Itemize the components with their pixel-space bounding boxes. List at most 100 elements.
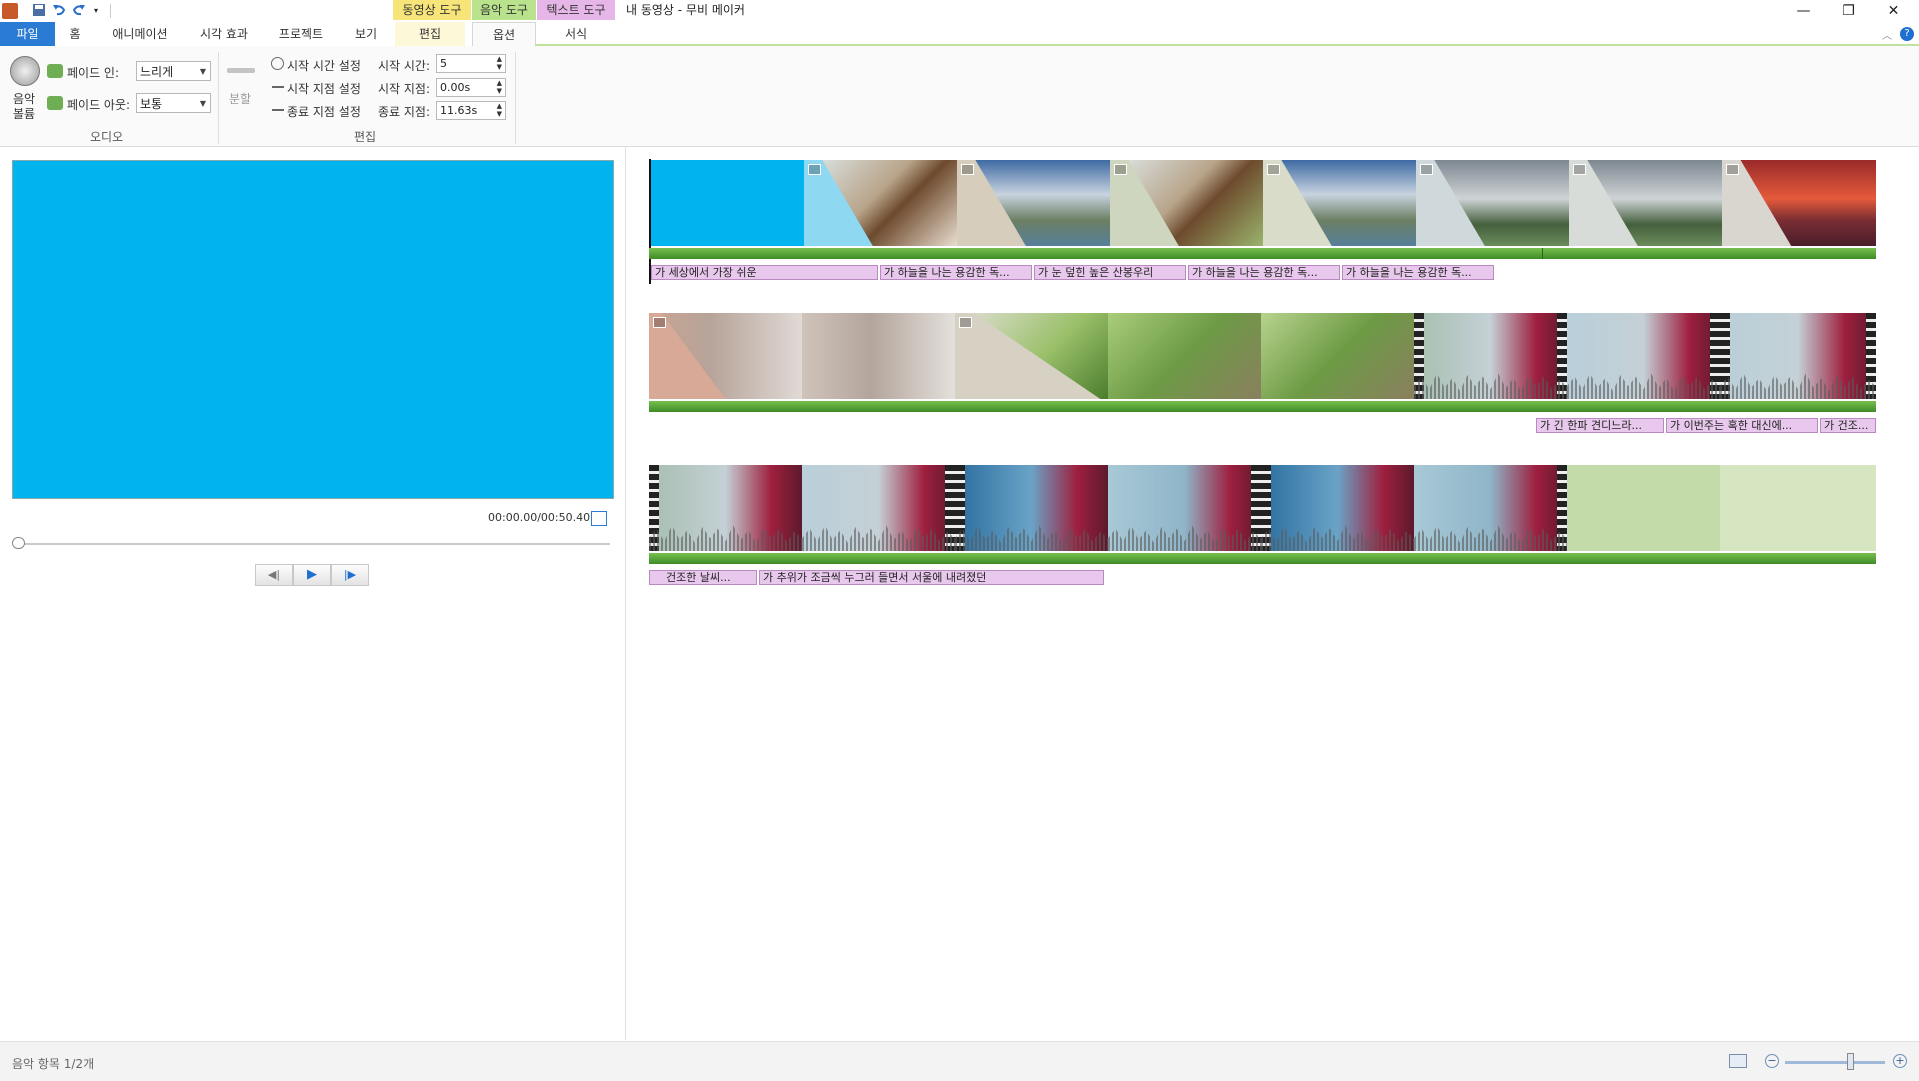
caption-clip[interactable]: 가 하늘을 나는 용감한 독...	[1188, 265, 1340, 280]
tab-visual-effects[interactable]: 시각 효과	[190, 22, 258, 46]
app-icon	[2, 3, 18, 19]
group-divider	[515, 52, 516, 144]
spin-down-icon[interactable]: ▼	[497, 63, 502, 72]
text-tools-tab[interactable]: 텍스트 도구	[537, 0, 615, 20]
caption-clip[interactable]: 가 건조...	[1820, 418, 1876, 433]
window-title: 내 동영상 - 무비 메이커	[626, 3, 745, 17]
save-icon[interactable]	[32, 3, 48, 19]
caption-clip[interactable]: 가 긴 한파 견디느라...	[1536, 418, 1664, 433]
clip-thumbnail[interactable]	[1263, 160, 1416, 246]
clip-thumbnail[interactable]	[802, 313, 955, 399]
tab-edit[interactable]: 편집	[395, 22, 465, 46]
tab-view[interactable]: 보기	[344, 22, 388, 46]
seek-thumb[interactable]	[12, 537, 25, 549]
fade-out-select[interactable]: 보통 ▼	[136, 93, 211, 113]
clip-thumbnail[interactable]	[1414, 313, 1567, 399]
clip-thumbnail[interactable]	[1567, 313, 1720, 399]
minimize-button[interactable]: —	[1781, 0, 1826, 22]
clip-thumbnail[interactable]	[1108, 465, 1261, 551]
zoom-in-button[interactable]: +	[1893, 1054, 1907, 1068]
storyboard-row-3: 건조한 날씨... 가 추위가 조금씩 누그러 들면서 서울에 내려졌던	[649, 465, 1879, 590]
set-start-point-button[interactable]: 시작 지점 설정	[287, 80, 361, 97]
next-frame-button[interactable]: |▶	[331, 564, 369, 586]
split-icon[interactable]	[227, 68, 255, 73]
music-track-2[interactable]	[649, 401, 1876, 412]
clip-thumbnail[interactable]	[1722, 160, 1876, 246]
fade-in-value: 느리게	[140, 65, 174, 79]
music-tools-label: 음악 도구	[480, 3, 528, 17]
close-button[interactable]: ✕	[1871, 0, 1916, 22]
tab-home[interactable]: 홈	[60, 22, 90, 46]
clip-thumbnail[interactable]	[1569, 160, 1722, 246]
edit-group-label: 편집	[354, 130, 377, 144]
start-time-input[interactable]: 5 ▲ ▼	[436, 54, 506, 73]
caption-clip[interactable]: 가 하늘을 나는 용감한 독...	[880, 265, 1032, 280]
title-bar: ▾ 동영상 도구 음악 도구 텍스트 도구 내 동영상 - 무비 메이커 — ❐…	[0, 0, 1919, 22]
music-track-2[interactable]	[649, 553, 1876, 564]
clip-thumbnail[interactable]	[649, 313, 802, 399]
video-tools-tab[interactable]: 동영상 도구	[393, 0, 471, 20]
clip-thumbnail[interactable]	[1108, 313, 1261, 399]
zoom-out-button[interactable]: −	[1765, 1054, 1779, 1068]
clip-thumbnail[interactable]	[955, 465, 1108, 551]
clip-thumbnail[interactable]	[1261, 313, 1414, 399]
fade-in-select[interactable]: 느리게 ▼	[136, 61, 211, 81]
preview-screen	[12, 160, 614, 499]
tab-project[interactable]: 프로젝트	[268, 22, 334, 46]
seek-bar[interactable]	[14, 543, 610, 545]
audio-waveform	[649, 525, 802, 551]
storyboard-view-icon[interactable]	[1729, 1054, 1747, 1068]
caption-clip[interactable]: 가 추위가 조금씩 누그러 들면서 서울에 내려졌던	[759, 570, 1104, 585]
spin-down-icon[interactable]: ▼	[497, 110, 502, 119]
tab-animations[interactable]: 애니메이션	[100, 22, 180, 46]
customize-qat-icon[interactable]: ▾	[94, 3, 110, 19]
zoom-slider[interactable]	[1785, 1061, 1885, 1064]
clip-thumbnail[interactable]	[802, 465, 955, 551]
clip-thumbnail[interactable]	[957, 160, 1110, 246]
music-track-2[interactable]	[1543, 248, 1876, 259]
previous-frame-button[interactable]: ◀|	[255, 564, 293, 586]
undo-icon[interactable]	[52, 3, 68, 19]
zoom-slider-thumb[interactable]	[1847, 1053, 1854, 1070]
clip-thumbnail[interactable]	[1720, 313, 1876, 399]
set-end-point-button[interactable]: 종료 지점 설정	[287, 103, 361, 120]
music-volume-icon[interactable]	[10, 56, 40, 86]
caption-clip[interactable]: 건조한 날씨...	[649, 570, 757, 585]
start-point-input[interactable]: 0.00s ▲ ▼	[436, 78, 506, 97]
clip-thumbnail[interactable]	[1261, 465, 1414, 551]
qat-divider	[110, 4, 111, 18]
popout-icon[interactable]	[591, 511, 607, 526]
redo-icon[interactable]	[72, 3, 88, 19]
collapse-ribbon-icon[interactable]: ︿	[1882, 27, 1892, 42]
time-readout: 00:00.00/00:50.40	[488, 511, 591, 524]
music-tools-tab[interactable]: 음악 도구	[472, 0, 536, 20]
restore-button[interactable]: ❐	[1826, 0, 1871, 22]
audio-waveform	[1567, 373, 1720, 399]
clip-thumbnail[interactable]	[1416, 160, 1569, 246]
clip-thumbnail[interactable]	[649, 465, 802, 551]
audio-waveform	[1414, 525, 1567, 551]
clip-thumbnail[interactable]	[955, 313, 1108, 399]
clip-thumbnail[interactable]	[804, 160, 957, 246]
help-icon[interactable]: ?	[1900, 27, 1914, 41]
play-button[interactable]: ▶	[293, 564, 331, 586]
music-track-1[interactable]	[649, 248, 1543, 259]
end-point-input[interactable]: 11.63s ▲ ▼	[436, 101, 506, 120]
transition-icon	[1726, 164, 1739, 175]
clip-thumbnail[interactable]	[651, 160, 804, 246]
audio-waveform	[1261, 525, 1414, 551]
caption-clip[interactable]: 가 눈 덮힌 높은 산봉우리	[1034, 265, 1186, 280]
tab-file[interactable]: 파일	[0, 22, 55, 46]
start-point-icon	[272, 86, 284, 88]
end-point-label: 종료 지점:	[378, 105, 431, 119]
clip-thumbnail[interactable]	[1110, 160, 1263, 246]
caption-clip[interactable]: 가 하늘을 나는 용감한 독...	[1342, 265, 1494, 280]
set-start-time-button[interactable]: 시작 시간 설정	[287, 57, 361, 74]
caption-clip[interactable]: 가 세상에서 가장 쉬운	[651, 265, 878, 280]
clip-thumbnail[interactable]	[1414, 465, 1567, 551]
caption-clip[interactable]: 가 이번주는 혹한 대신에...	[1666, 418, 1818, 433]
spin-down-icon[interactable]: ▼	[497, 87, 502, 96]
transition-icon	[961, 164, 974, 175]
audio-waveform	[802, 525, 955, 551]
tab-options[interactable]: 옵션	[472, 22, 536, 48]
